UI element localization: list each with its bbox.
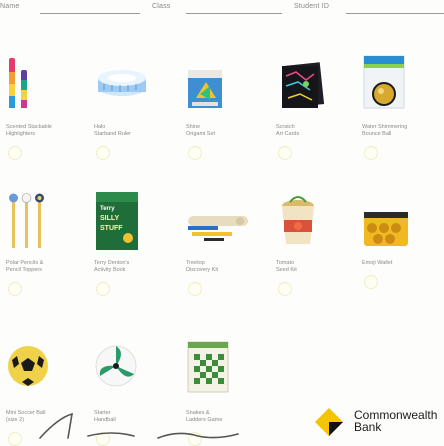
item-card: Emoji Wallet bbox=[362, 190, 440, 289]
selection-circle[interactable] bbox=[8, 146, 22, 160]
commonwealth-bank-logo-icon bbox=[315, 408, 343, 436]
selection-circle[interactable] bbox=[96, 282, 110, 296]
item-caption: Scented Stackable Highlighters bbox=[6, 124, 52, 137]
activity-book-icon: Terry SILLY STUFF bbox=[96, 192, 138, 250]
handball-icon bbox=[95, 345, 137, 387]
selection-circle[interactable] bbox=[96, 146, 110, 160]
soccer-ball-icon bbox=[8, 346, 48, 386]
item-caption: Shine Origami Set bbox=[186, 124, 216, 137]
student-details-header: Name Class Student ID bbox=[0, 0, 444, 22]
selection-circle[interactable] bbox=[364, 275, 378, 289]
ruler-icon bbox=[98, 70, 146, 96]
student-id-label: Student ID bbox=[294, 3, 330, 10]
item-caption: Water Shimmering Bounce Ball bbox=[362, 124, 408, 137]
item-card: Scratch Art Cards bbox=[276, 54, 354, 160]
name-label: Name bbox=[0, 3, 20, 10]
item-caption: Treetop Discovery Kit bbox=[186, 260, 219, 273]
svg-text:Terry: Terry bbox=[100, 206, 115, 212]
svg-text:SILLY: SILLY bbox=[100, 215, 120, 222]
commonwealth-bank-logo: Commonwealth Bank bbox=[314, 405, 444, 439]
selection-circle[interactable] bbox=[8, 432, 22, 446]
item-card: Scented Stackable Highlighters bbox=[6, 54, 84, 160]
class-label: Class bbox=[152, 3, 171, 10]
svg-text:STUFF: STUFF bbox=[100, 225, 123, 232]
item-card: Treetop Discovery Kit bbox=[186, 190, 264, 296]
board-game-icon bbox=[187, 341, 229, 393]
item-caption: Scratch Art Cards bbox=[276, 124, 300, 137]
item-card: Halo Starband Ruler bbox=[94, 54, 172, 160]
selection-circle[interactable] bbox=[188, 146, 202, 160]
student-id-field-line[interactable] bbox=[346, 13, 444, 14]
scratch-cards-icon bbox=[282, 62, 325, 108]
logo-sub: Bank bbox=[354, 420, 382, 434]
item-caption: Halo Starband Ruler bbox=[94, 124, 131, 137]
item-card: Shine Origami Set bbox=[186, 54, 264, 160]
selection-circle[interactable] bbox=[278, 146, 292, 160]
item-caption: Terry Denton's Activity Book bbox=[94, 260, 130, 273]
signature-scribble bbox=[39, 412, 239, 439]
item-card: Water Shimmering Bounce Ball bbox=[362, 54, 440, 160]
origami-set-icon bbox=[188, 70, 222, 108]
highlighters-icon bbox=[9, 58, 27, 108]
wallet-icon bbox=[364, 212, 408, 246]
item-card: Terry SILLY STUFF Terry Denton's Activit… bbox=[94, 190, 172, 296]
selection-circle[interactable] bbox=[364, 146, 378, 160]
selection-circle[interactable] bbox=[188, 282, 202, 296]
discovery-kit-icon bbox=[188, 216, 248, 241]
item-caption: Tomato Seed Kit bbox=[276, 260, 297, 273]
pencil-toppers-icon bbox=[9, 193, 44, 248]
selection-circle[interactable] bbox=[278, 282, 292, 296]
seed-kit-icon bbox=[282, 196, 314, 244]
item-caption: Emoji Wallet bbox=[362, 260, 393, 266]
class-field-line[interactable] bbox=[186, 13, 282, 14]
item-card: Tomato Seed Kit bbox=[276, 190, 354, 296]
item-card: Polar Pencils & Pencil Toppers bbox=[6, 190, 84, 296]
bounce-ball-icon bbox=[363, 55, 405, 109]
name-field-line[interactable] bbox=[40, 13, 140, 14]
item-caption: Polar Pencils & Pencil Toppers bbox=[6, 260, 44, 273]
selection-circle[interactable] bbox=[8, 282, 22, 296]
